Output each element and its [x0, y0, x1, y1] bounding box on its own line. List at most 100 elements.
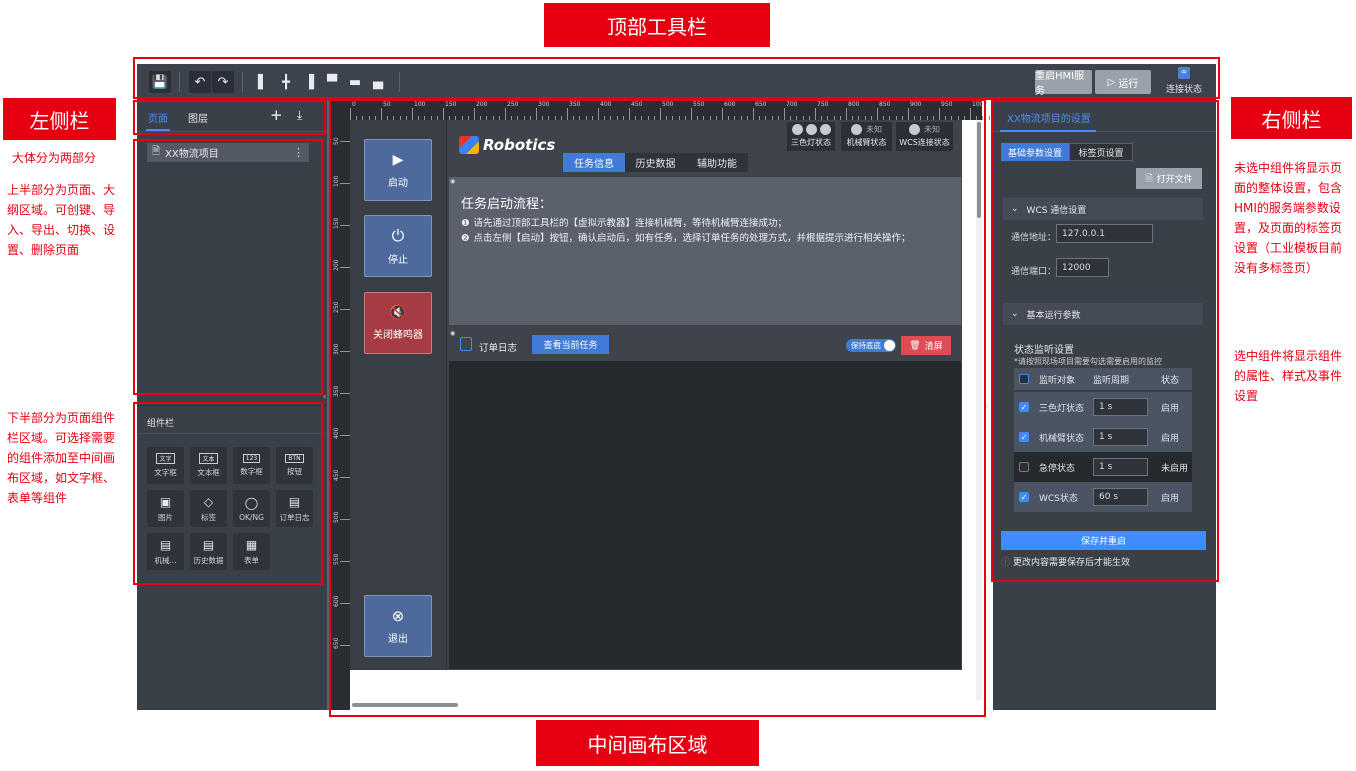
align-left-icon[interactable]: ▌ — [252, 71, 274, 93]
row-checkbox[interactable]: ✓ — [1019, 402, 1029, 412]
lock-icon: ◉ — [450, 178, 456, 185]
ruler-tick-label: 850 — [879, 101, 891, 108]
view-current-task-button[interactable]: 查看当前任务 — [532, 335, 609, 354]
tab-basic-settings[interactable]: 基础参数设置 — [1001, 143, 1069, 161]
tab-pages[interactable]: 页面 — [148, 110, 168, 125]
run-button[interactable]: ▷ 运行 — [1095, 70, 1151, 94]
restart-hmi-button[interactable]: 重启HMI服务 — [1035, 70, 1092, 97]
component-robot-arm[interactable]: ▤ 机械... — [147, 533, 184, 570]
ruler-tick-label: 300 — [333, 343, 340, 355]
align-top-icon[interactable]: ▀ — [321, 71, 343, 93]
row-period-input[interactable]: 1 s — [1093, 458, 1148, 476]
align-middle-icon[interactable]: ▬ — [344, 71, 366, 93]
save-icon[interactable]: 💾 — [149, 71, 171, 93]
row-period-input[interactable]: 1 s — [1093, 398, 1148, 416]
ruler-minor-tick — [982, 116, 984, 120]
save-restart-button[interactable]: 保存并重启 — [1001, 531, 1206, 550]
vertical-scrollbar[interactable] — [977, 122, 981, 218]
arm-status-dot-icon — [851, 124, 862, 135]
light-red-icon — [791, 124, 803, 135]
text-label-icon: 文字 — [156, 453, 175, 464]
import-icon[interactable]: ⤓ — [297, 108, 302, 123]
component-panel-title: 组件栏 — [147, 419, 175, 429]
ruler-tick-label: 200 — [476, 101, 488, 108]
open-file-button[interactable]: 🗎 打开文件 — [1136, 168, 1202, 189]
clear-button[interactable]: 🗑 清屏 — [901, 336, 951, 355]
col-target: 监听对象 — [1039, 375, 1076, 386]
tab-history-data[interactable]: 历史数据 — [625, 153, 686, 172]
component-order-log[interactable]: ▤ 订单日志 — [276, 490, 313, 527]
ruler-tick — [340, 645, 350, 646]
collapse-right-icon[interactable]: › — [985, 402, 988, 411]
ruler-tick-label: 100 — [333, 175, 340, 187]
component-table[interactable]: ▦ 表单 — [233, 533, 270, 570]
run-section-title: 基本运行参数 — [1026, 310, 1081, 321]
add-page-icon[interactable]: + — [270, 106, 283, 124]
tab-aux-functions[interactable]: 辅助功能 — [686, 153, 748, 172]
tab-task-info[interactable]: 任务信息 — [563, 153, 625, 172]
page-item[interactable]: 🗎 XX物流项目 ⋮ — [147, 143, 309, 162]
redo-icon[interactable]: ↷ — [212, 71, 234, 93]
collapse-left-icon[interactable]: ‹ — [323, 392, 326, 401]
ruler-tick — [877, 108, 878, 120]
toggle-knob — [884, 340, 895, 351]
component-image[interactable]: ▣ 图片 — [147, 490, 184, 527]
ruler-tick-label: 150 — [333, 217, 340, 229]
component-label: OK/NG — [239, 512, 264, 522]
component-label: 机械... — [154, 555, 177, 565]
row-period-input[interactable]: 60 s — [1093, 488, 1148, 506]
ruler-tick — [340, 267, 350, 268]
tab-tag-settings[interactable]: 标签页设置 — [1069, 143, 1133, 161]
more-icon[interactable]: ⋮ — [293, 146, 304, 159]
component-textbox[interactable]: 文本 文本框 — [190, 447, 227, 484]
select-all-checkbox[interactable] — [1019, 374, 1029, 384]
exit-button[interactable]: ⊗ 退出 — [364, 595, 432, 657]
wcs-section[interactable]: ⌄ WCS 通信设置 — [1003, 198, 1203, 220]
logo-text: Robotics — [483, 136, 556, 154]
play-icon: ▷ — [1107, 76, 1116, 88]
ruler-tick-label: 250 — [333, 301, 340, 313]
component-text-label[interactable]: 文字 文字框 — [147, 447, 184, 484]
component-tag[interactable]: ◇ 标签 — [190, 490, 227, 527]
ruler-tick-label: 700 — [786, 101, 798, 108]
row-status: 未启用 — [1161, 463, 1189, 474]
ruler-tick — [340, 141, 350, 142]
ruler-tick — [939, 108, 940, 120]
connection-status[interactable]: ∞ 连接状态 — [1161, 67, 1207, 97]
component-number-box[interactable]: 123 数字框 — [233, 447, 270, 484]
component-history-data[interactable]: ▤ 历史数据 — [190, 533, 227, 570]
keep-bottom-toggle[interactable]: 保持底底 — [846, 339, 896, 352]
tab-layers[interactable]: 图层 — [188, 110, 208, 125]
start-button[interactable]: ▶ 启动 — [364, 139, 432, 201]
align-center-icon[interactable]: ╋ — [275, 71, 297, 93]
ruler-tick-label: 600 — [333, 595, 340, 607]
horizontal-scrollbar[interactable] — [352, 703, 458, 707]
addr-field[interactable]: 127.0.0.1 — [1056, 224, 1153, 243]
exit-icon: ⊗ — [391, 607, 405, 625]
ruler-tick — [629, 108, 630, 120]
component-label: 订单日志 — [279, 512, 310, 522]
wcs-unknown: 未知 — [924, 125, 940, 134]
ruler-left: 50 100 150 200 250 300 350 400 450 500 550 600 650 — [331, 120, 350, 710]
number-box-icon: 123 — [242, 454, 261, 463]
ruler-tick-label: 800 — [848, 101, 860, 108]
stop-label: 停止 — [388, 255, 408, 266]
run-section[interactable]: ⌄ 基本运行参数 — [1003, 303, 1203, 325]
row-target: WCS状态 — [1039, 493, 1078, 504]
component-button[interactable]: BTN 按钮 — [276, 447, 313, 484]
port-field[interactable]: 12000 — [1056, 258, 1109, 277]
keep-bottom-label: 保持底底 — [851, 341, 881, 350]
align-right-icon[interactable]: ▐ — [298, 71, 320, 93]
row-checkbox[interactable]: ✓ — [1019, 492, 1029, 502]
row-checkbox[interactable] — [1019, 462, 1029, 472]
align-bottom-icon[interactable]: ▄ — [367, 71, 389, 93]
component-okng[interactable]: ◯ OK/NG — [233, 490, 270, 527]
row-checkbox[interactable]: ✓ — [1019, 432, 1029, 442]
ruler-tick — [474, 108, 475, 120]
status-wcs-indicator: 未知 WCS连接状态 — [896, 122, 953, 151]
row-period-input[interactable]: 1 s — [1093, 428, 1148, 446]
mute-buzzer-button[interactable]: 🔇 关闭蜂鸣器 — [364, 292, 432, 354]
undo-icon[interactable]: ↶ — [189, 71, 211, 93]
ruler-tick-label: 350 — [569, 101, 581, 108]
stop-button[interactable]: ⏻ 停止 — [364, 215, 432, 277]
